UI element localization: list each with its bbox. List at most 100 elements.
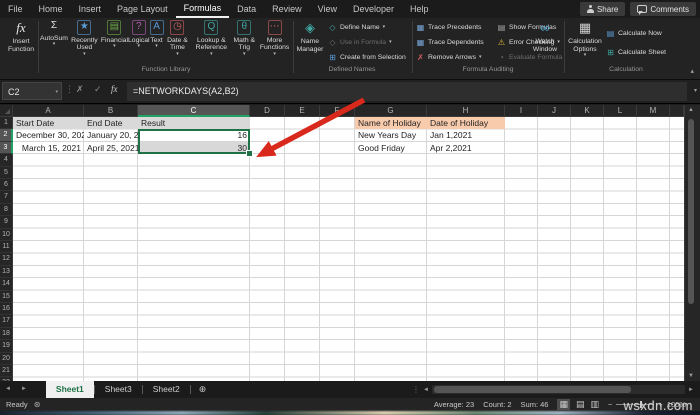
cell-A3[interactable]: March 15, 2021 [13, 142, 84, 154]
trace-dependents-button[interactable]: ▦Trace Dependents [416, 35, 484, 50]
scrollbar-splitter[interactable]: ⋮ [412, 385, 420, 394]
row-header-18[interactable]: 18 [0, 328, 13, 340]
row-header-20[interactable]: 20 [0, 353, 13, 365]
tab-formulas[interactable]: Formulas [176, 0, 230, 18]
formula-input[interactable]: =NETWORKDAYS(A2,B2) [127, 82, 687, 101]
tab-data[interactable]: Data [229, 0, 264, 18]
logical-button[interactable]: ?Logical▾ [128, 20, 150, 57]
row-header-4[interactable]: 4 [0, 154, 13, 166]
text-button[interactable]: AText▾ [150, 20, 164, 57]
scroll-left-icon[interactable]: ◄ [423, 387, 429, 393]
scroll-up-icon[interactable]: ▲ [685, 107, 697, 113]
tab-review[interactable]: Review [264, 0, 310, 18]
row-header-7[interactable]: 7 [0, 191, 13, 203]
chevron-down-icon[interactable]: ▾ [55, 83, 58, 101]
row-header-19[interactable]: 19 [0, 340, 13, 352]
more-functions-button[interactable]: ⋯More Functions▾ [257, 20, 292, 57]
collapse-ribbon-icon[interactable]: ▴ [690, 67, 694, 75]
row-header-5[interactable]: 5 [0, 167, 13, 179]
name-manager-button[interactable]: ◈ Name Manager [294, 20, 326, 53]
select-all-corner[interactable] [0, 105, 13, 117]
zoom-out-icon[interactable]: − [608, 400, 612, 409]
sheet-nav-left-icon[interactable]: ◄ [0, 381, 16, 398]
row-header-15[interactable]: 15 [0, 291, 13, 303]
scroll-down-icon[interactable]: ▼ [685, 373, 697, 379]
cell-C1[interactable]: Result [138, 117, 250, 129]
cell-G2[interactable]: New Years Day [355, 129, 427, 141]
row-header-11[interactable]: 11 [0, 241, 13, 253]
row-header-3[interactable]: 3 [0, 142, 13, 154]
row-header-17[interactable]: 17 [0, 315, 13, 327]
insert-function-button[interactable]: fx Insert Function [4, 20, 38, 53]
recently-used-button[interactable]: ★Recently Used▾ [68, 20, 101, 57]
horizontal-scrollbar-thumb[interactable] [434, 386, 631, 393]
cell-B2[interactable]: January 20, 2021 [84, 129, 138, 141]
row-header-13[interactable]: 13 [0, 266, 13, 278]
cancel-icon[interactable]: ✗ [76, 84, 84, 95]
new-sheet-button[interactable]: ⊕ [191, 381, 215, 398]
cell-A1[interactable]: Start Date [13, 117, 84, 129]
autosum-button[interactable]: ΣAutoSum▾ [40, 20, 68, 57]
column-header-d[interactable]: D [250, 105, 285, 117]
share-button[interactable]: Share [580, 2, 625, 16]
date-time-button[interactable]: ◷Date & Time▾ [164, 20, 192, 57]
calculate-now-button[interactable]: ▤Calculate Now [606, 24, 666, 43]
name-box[interactable]: C2 ▾ [2, 82, 62, 100]
row-header-2[interactable]: 2 [0, 129, 13, 141]
row-header-14[interactable]: 14 [0, 278, 13, 290]
define-name-button[interactable]: ◇Define Name▾ [328, 20, 406, 35]
sheet-tab-sheet3[interactable]: Sheet3 [95, 381, 142, 398]
row-header-1[interactable]: 1 [0, 117, 13, 129]
column-header-b[interactable]: B [84, 105, 138, 117]
insert-function-fx-icon[interactable]: fx [111, 84, 118, 94]
row-header-12[interactable]: 12 [0, 253, 13, 265]
accessibility-icon[interactable]: ⊛ [34, 400, 41, 409]
row-header-16[interactable]: 16 [0, 303, 13, 315]
row-header-10[interactable]: 10 [0, 229, 13, 241]
column-header-i[interactable]: I [505, 105, 538, 117]
vertical-scrollbar-thumb[interactable] [688, 119, 694, 304]
tab-file[interactable]: File [0, 0, 31, 18]
tab-help[interactable]: Help [402, 0, 437, 18]
spreadsheet-grid[interactable]: ABCDEFGHIJKLM123456789101112131415161718… [0, 105, 684, 381]
cell-B3[interactable]: April 25, 2021 [84, 142, 138, 154]
fill-handle[interactable] [246, 150, 253, 157]
watch-window-button[interactable]: ∞ Watch Window [528, 20, 562, 53]
column-header-g[interactable]: G [355, 105, 427, 117]
financial-button[interactable]: ▤Financial▾ [101, 20, 128, 57]
row-header-9[interactable]: 9 [0, 216, 13, 228]
column-header-c[interactable]: C [138, 105, 250, 117]
cell-H3[interactable]: Apr 2,2021 [427, 142, 505, 154]
row-header-6[interactable]: 6 [0, 179, 13, 191]
scroll-right-icon[interactable]: ► [688, 387, 694, 393]
tab-insert[interactable]: Insert [71, 0, 110, 18]
cell-B1[interactable]: End Date [84, 117, 138, 129]
cell-G3[interactable]: Good Friday [355, 142, 427, 154]
cell-H1[interactable]: Date of Holiday [427, 117, 505, 129]
formula-bar-expand-icon[interactable]: ▾ [694, 87, 697, 94]
comments-button[interactable]: Comments [630, 2, 696, 16]
sheet-tab-sheet1[interactable]: Sheet1 [46, 381, 94, 398]
cell-G1[interactable]: Name of Holiday [355, 117, 427, 129]
sheet-nav-right-icon[interactable]: ► [16, 381, 32, 398]
column-header-e[interactable]: E [285, 105, 320, 117]
column-header-f[interactable]: F [320, 105, 355, 117]
column-header-a[interactable]: A [13, 105, 84, 117]
remove-arrows-button[interactable]: ✗Remove Arrows▾ [416, 50, 484, 65]
tab-home[interactable]: Home [31, 0, 71, 18]
calculation-options-button[interactable]: ▦ Calculation Options ▾ [567, 20, 603, 58]
tab-view[interactable]: View [310, 0, 345, 18]
tab-page-layout[interactable]: Page Layout [109, 0, 176, 18]
row-header-8[interactable]: 8 [0, 204, 13, 216]
lookup-reference-button[interactable]: QLookup & Reference▾ [191, 20, 231, 57]
sheet-tab-sheet2[interactable]: Sheet2 [143, 381, 190, 398]
cell-H2[interactable]: Jan 1,2021 [427, 129, 505, 141]
create-from-selection-button[interactable]: ⊞Create from Selection [328, 50, 406, 65]
column-header-l[interactable]: L [604, 105, 637, 117]
column-header-j[interactable]: J [538, 105, 571, 117]
column-header-k[interactable]: K [571, 105, 604, 117]
tab-developer[interactable]: Developer [345, 0, 402, 18]
normal-view-icon[interactable]: ▦ [557, 399, 570, 410]
calculate-sheet-button[interactable]: ⊞Calculate Sheet [606, 43, 666, 62]
horizontal-scrollbar[interactable]: ⋮ ◄ ► [412, 383, 694, 396]
